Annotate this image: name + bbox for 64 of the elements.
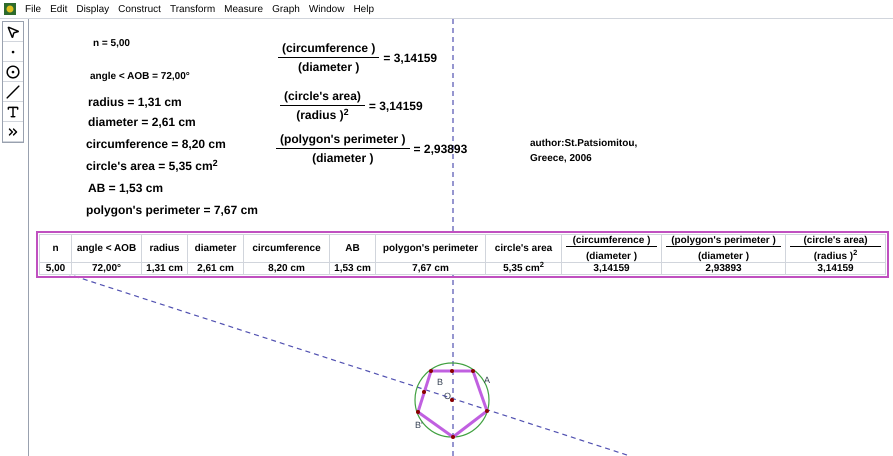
column-header: diameter [188,234,244,262]
column-header: (circumference ) (diameter ) [562,234,662,262]
measurement-text: circumference = 8,20 cm [86,136,226,153]
table-cell: 8,20 cm [244,262,330,274]
table-cell: 3,14159 [786,262,886,274]
pentagon [416,370,488,438]
table-cell: 2,93893 [662,262,786,274]
table-cell: 3,14159 [562,262,662,274]
point [471,369,475,373]
table-cell: 5,00 [40,262,72,274]
column-header: AB [330,234,376,262]
point [450,398,454,402]
menu-item[interactable]: Construct [118,2,161,16]
menu-item[interactable]: File [25,2,42,16]
point [422,390,426,394]
measurement-text: AB = 1,53 cm [88,180,164,197]
point [429,369,433,373]
ratio-value: = 3,14159 [383,50,438,66]
menu-item[interactable]: Window [308,2,344,16]
ratio-value: = 2,93893 [414,140,468,158]
ratio-denominator: (diameter ) [311,150,374,167]
point-label: B' [415,419,423,432]
measurement-text: circle's area = 5,35 cm$^{2}$ [86,157,218,175]
point-label: O [444,390,452,403]
menu-item[interactable]: Edit [50,2,68,16]
ratio-denominator: (radius )$^{2}$ [295,106,350,124]
point-label: A [484,374,490,387]
column-header: angle < AOB [72,234,142,262]
ratio-denominator: (diameter ) [297,59,360,76]
measurement-text: n = 5,00 [93,37,130,51]
point [485,409,489,413]
table-cell: 7,67 cm [376,262,486,274]
ratio-value: = 3,14159 [368,98,423,114]
column-header: (polygon's perimeter ) (diameter ) [662,234,786,262]
measurement-text: radius = 1,31 cm [88,94,182,111]
author-text: Greece, 2006 [530,152,593,166]
menu-item[interactable]: Display [76,2,110,16]
point [451,435,455,439]
column-header: (circle's area) (radius )$^{2}$ [786,234,886,262]
app-icon [4,3,16,15]
point [416,410,420,414]
menu-item[interactable]: Graph [272,2,300,16]
table-cell: 72,00° [72,262,142,274]
table-cell: 2,61 cm [188,262,244,274]
menu-item[interactable]: Transform [170,2,216,16]
column-header: radius [142,234,188,262]
column-header: circle's area [486,234,562,262]
column-header: polygon's perimeter [376,234,486,262]
ratio-numerator: (circle's area) [280,87,365,106]
ratio-numerator: (circumference ) [278,39,380,58]
point-label: B [437,376,444,389]
measurement-text: diameter = 2,61 cm [88,114,196,131]
point [450,369,454,373]
menu-item[interactable]: Help [353,2,374,16]
column-header: circumference [244,234,330,262]
menu-item[interactable]: Measure [224,2,264,16]
column-header: n [40,234,72,262]
ratio-numerator: (polygon's perimeter ) [276,130,410,149]
table-cell: 5,35 cm$^{2}$ [486,262,562,274]
measurement-text: angle < AOB = 72,00° [90,70,190,84]
measurement-text: polygon's perimeter = 7,67 cm [86,202,258,219]
table-cell: 1,53 cm [330,262,376,274]
table-cell: 1,31 cm [142,262,188,274]
author-text: author:St.Patsiomitou, [530,137,638,151]
